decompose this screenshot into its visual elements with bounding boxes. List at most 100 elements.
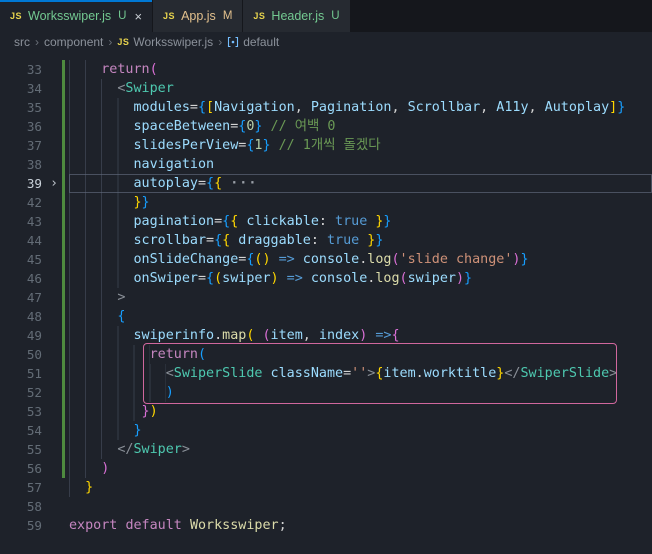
line-number[interactable]: 54 <box>0 421 46 440</box>
code-line-46[interactable]: 46 onSwiper={(swiper) => console.log(swip… <box>0 269 652 288</box>
fold-chevron-icon[interactable]: › <box>46 174 62 193</box>
code-token: ( <box>399 271 408 286</box>
code-line-44[interactable]: 44 scrollbar={{ draggable: true }} <box>0 231 652 250</box>
code-line-48[interactable]: 48 { <box>0 307 652 326</box>
fold-slot <box>46 326 62 345</box>
breadcrumb: src › component › JS Worksswiper.js › de… <box>0 32 652 52</box>
line-number[interactable]: 57 <box>0 478 46 497</box>
close-icon[interactable]: × <box>134 10 142 23</box>
breadcrumb-file[interactable]: Worksswiper.js <box>133 35 213 49</box>
breadcrumb-symbol-default[interactable]: default <box>243 35 279 49</box>
code-text: return( <box>69 345 652 364</box>
line-number[interactable]: 56 <box>0 459 46 478</box>
code-line-55[interactable]: 55 </Swiper> <box>0 440 652 459</box>
code-line-51[interactable]: 51 <SwiperSlide className=''>{item.workti… <box>0 364 652 383</box>
code-line-54[interactable]: 54} <box>0 421 652 440</box>
line-number[interactable]: 44 <box>0 231 46 250</box>
code-text: </Swiper> <box>69 440 652 459</box>
code-line-39[interactable]: 39 › autoplay={{ ··· <box>0 174 652 193</box>
line-number[interactable]: 43 <box>0 212 46 231</box>
code-token: { <box>206 176 215 191</box>
git-added-indicator <box>62 212 65 231</box>
fold-slot <box>46 345 62 364</box>
code-line-57[interactable]: 57} <box>0 478 652 497</box>
code-line-37[interactable]: 37 slidesPerView={1} // 1개씩 돌겠다 <box>0 136 652 155</box>
code-token: ) <box>455 271 465 286</box>
line-number[interactable]: 58 <box>0 497 46 516</box>
code-token: </ <box>117 442 134 457</box>
folded-code-badge[interactable]: ··· <box>230 176 257 191</box>
code-token: console <box>302 252 360 267</box>
line-number[interactable]: 33 <box>0 60 46 79</box>
code-text: scrollbar={{ draggable: true }} <box>69 231 652 250</box>
code-line-49[interactable]: 49 swiperinfo.map( (item, index) =>{ <box>0 326 652 345</box>
code-token: ( <box>391 252 400 267</box>
code-line-59[interactable]: 59 export default Worksswiper; <box>0 516 652 535</box>
code-token: SwiperSlide <box>520 366 610 381</box>
line-number[interactable]: 38 <box>0 155 46 174</box>
line-number[interactable]: 47 <box>0 288 46 307</box>
code-line-56[interactable]: 56) <box>0 459 652 478</box>
line-number[interactable]: 45 <box>0 250 46 269</box>
line-number[interactable]: 46 <box>0 269 46 288</box>
git-added-indicator <box>62 440 65 459</box>
indent-guides <box>69 288 118 307</box>
code-line-45[interactable]: 45 onSlideChange={() => console.log('slid… <box>0 250 652 269</box>
line-number[interactable]: 55 <box>0 440 46 459</box>
code-line-36[interactable]: 36 spaceBetween={0} // 여백 0 <box>0 117 652 136</box>
code-line-34[interactable]: 34 <Swiper <box>0 79 652 98</box>
fold-slot <box>46 421 62 440</box>
tab-app-js[interactable]: JS App.js M <box>153 0 244 32</box>
code-text: }} <box>69 193 652 212</box>
git-added-indicator <box>62 269 65 288</box>
fold-slot <box>46 212 62 231</box>
fold-slot <box>46 288 62 307</box>
line-number[interactable]: 50 <box>0 345 46 364</box>
indent-guides <box>69 136 134 155</box>
fold-slot <box>46 269 62 288</box>
breadcrumb-src[interactable]: src <box>14 35 30 49</box>
line-number[interactable]: 49 <box>0 326 46 345</box>
code-token: onSlideChange <box>133 252 239 267</box>
code-line-42[interactable]: 42}} <box>0 193 652 212</box>
line-number[interactable]: 52 <box>0 383 46 402</box>
git-added-indicator <box>62 383 65 402</box>
code-token: worktitle <box>423 366 497 381</box>
code-token: { <box>214 233 223 248</box>
line-number[interactable]: 39 <box>0 174 46 193</box>
code-line-43[interactable]: 43 pagination={{ clickable: true }} <box>0 212 652 231</box>
breadcrumb-component[interactable]: component <box>44 35 103 49</box>
code-editor[interactable]: 33 return(34 <Swiper 35 modules={[Navigation… <box>0 52 652 554</box>
line-number[interactable]: 37 <box>0 136 46 155</box>
code-line-53[interactable]: 53}) <box>0 402 652 421</box>
code-token: Worksswiper <box>189 518 279 533</box>
code-line-52[interactable]: 52) <box>0 383 652 402</box>
git-added-indicator <box>62 288 65 307</box>
fold-slot <box>46 516 62 535</box>
code-text: spaceBetween={0} // 여백 0 <box>69 117 652 136</box>
line-number[interactable]: 53 <box>0 402 46 421</box>
code-line-50[interactable]: 50 return( <box>0 345 652 364</box>
tab-worksswiper-js[interactable]: JS Worksswiper.js U × <box>0 0 154 32</box>
code-line-33[interactable]: 33 return( <box>0 60 652 79</box>
tab-header-js[interactable]: JS Header.js U <box>243 0 351 32</box>
line-number[interactable]: 48 <box>0 307 46 326</box>
code-line-35[interactable]: 35 modules={[Navigation, Pagination, Scro… <box>0 98 652 117</box>
code-token: slidesPerView <box>133 138 239 153</box>
line-number[interactable]: 35 <box>0 98 46 117</box>
code-token: { <box>197 100 207 115</box>
code-token: // 1개씩 돌겠다 <box>278 138 381 153</box>
line-number[interactable]: 42 <box>0 193 46 212</box>
fold-slot <box>46 402 62 421</box>
code-line-38[interactable]: 38 navigation <box>0 155 652 174</box>
code-line-58[interactable]: 58 <box>0 497 652 516</box>
line-number[interactable]: 51 <box>0 364 46 383</box>
code-token: ) <box>101 461 110 476</box>
line-number[interactable]: 36 <box>0 117 46 136</box>
line-number[interactable]: 59 <box>0 516 46 535</box>
code-token: log <box>375 271 400 286</box>
breadcrumb-separator: › <box>108 35 113 49</box>
code-line-47[interactable]: 47 > <box>0 288 652 307</box>
js-file-icon: JS <box>253 11 266 21</box>
line-number[interactable]: 34 <box>0 79 46 98</box>
